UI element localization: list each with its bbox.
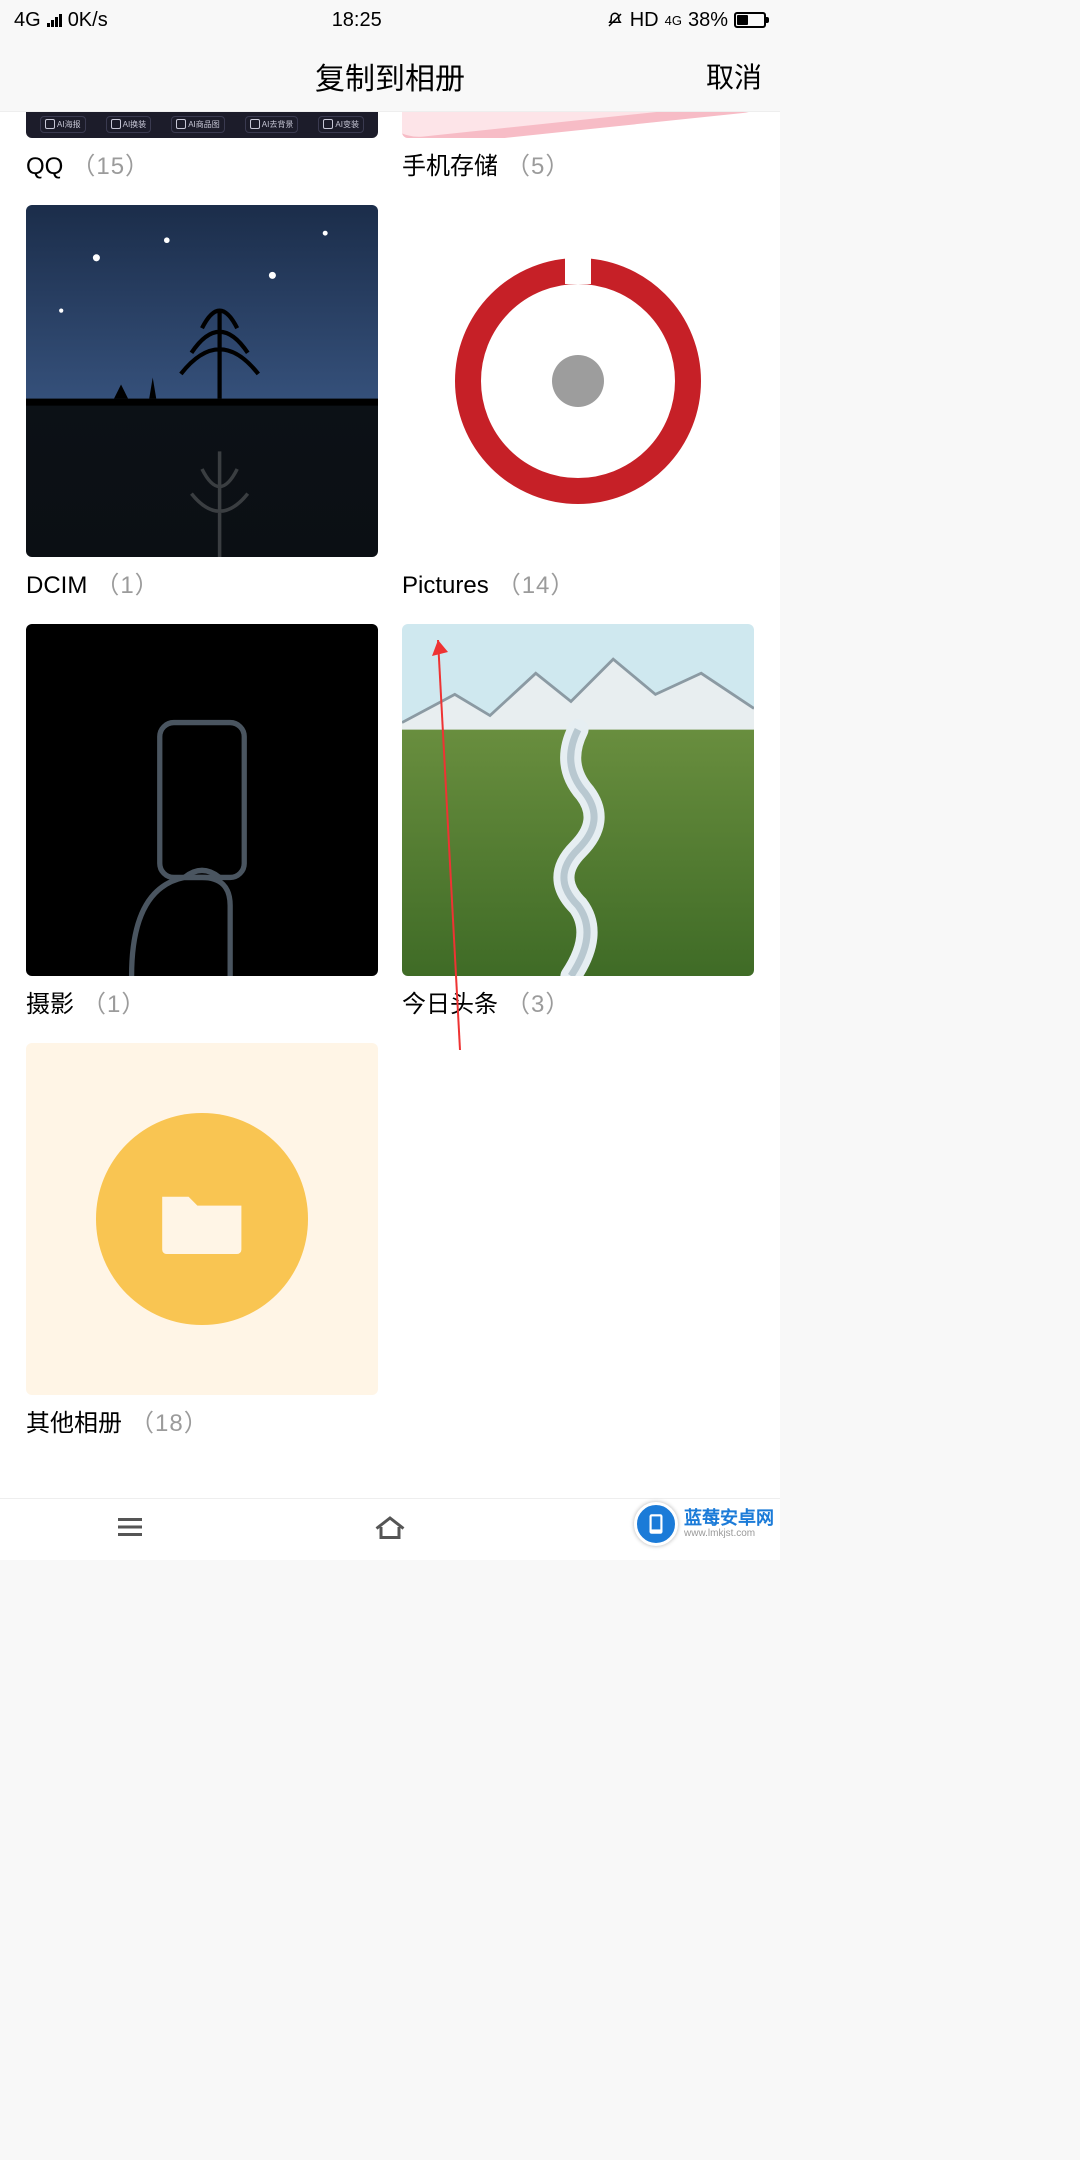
album-phone-storage[interactable]: 手机存储 （5） (402, 112, 754, 181)
signal-icon (47, 13, 62, 27)
data-type: 4G (665, 14, 682, 27)
status-right: HD 4G 38% (606, 9, 766, 32)
album-thumb (26, 205, 378, 557)
album-grid-container[interactable]: AI海报 AI换装 AI商品图 AI去背景 AI变装 QQ （15） 手机存储 … (0, 112, 780, 1498)
nav-home-button[interactable] (372, 1509, 408, 1550)
nav-back-button[interactable] (632, 1509, 668, 1550)
battery-percent: 38% (688, 9, 728, 32)
album-dcim[interactable]: DCIM （1） (26, 205, 378, 600)
album-label: 今日头条 （3） (402, 984, 754, 1019)
album-qq[interactable]: AI海报 AI换装 AI商品图 AI去背景 AI变装 QQ （15） (26, 112, 378, 181)
header: 复制到相册 取消 (0, 40, 780, 112)
album-thumb (402, 112, 754, 138)
album-label: DCIM （1） (26, 565, 378, 600)
status-left: 4G 0K/s (14, 9, 108, 32)
album-label: 其他相册 （18） (26, 1403, 378, 1438)
battery-icon (734, 12, 766, 28)
album-thumb (26, 1043, 378, 1395)
mute-icon (606, 11, 624, 29)
album-label: Pictures （14） (402, 565, 754, 600)
navigation-bar (0, 1498, 780, 1560)
album-other[interactable]: 其他相册 （18） (26, 1043, 378, 1438)
network-speed: 0K/s (68, 9, 108, 32)
album-photography[interactable]: 摄影 （1） (26, 624, 378, 1019)
album-label: 手机存储 （5） (402, 146, 754, 181)
cancel-button[interactable]: 取消 (706, 56, 762, 96)
status-time: 18:25 (108, 9, 606, 32)
album-toutiao[interactable]: 今日头条 （3） (402, 624, 754, 1019)
album-grid: AI海报 AI换装 AI商品图 AI去背景 AI变装 QQ （15） 手机存储 … (0, 112, 780, 1438)
page-title: 复制到相册 (315, 54, 465, 98)
album-thumb (402, 205, 754, 557)
album-label: QQ （15） (26, 146, 378, 181)
network-type: 4G (14, 9, 41, 32)
status-bar: 4G 0K/s 18:25 HD 4G 38% (0, 0, 780, 40)
album-thumb (26, 624, 378, 976)
nav-recent-button[interactable] (112, 1509, 148, 1550)
hd-label: HD (630, 9, 659, 32)
album-label: 摄影 （1） (26, 984, 378, 1019)
album-thumb: AI海报 AI换装 AI商品图 AI去背景 AI变装 (26, 112, 378, 138)
folder-icon (96, 1113, 307, 1324)
album-thumb (402, 624, 754, 976)
album-pictures[interactable]: Pictures （14） (402, 205, 754, 600)
